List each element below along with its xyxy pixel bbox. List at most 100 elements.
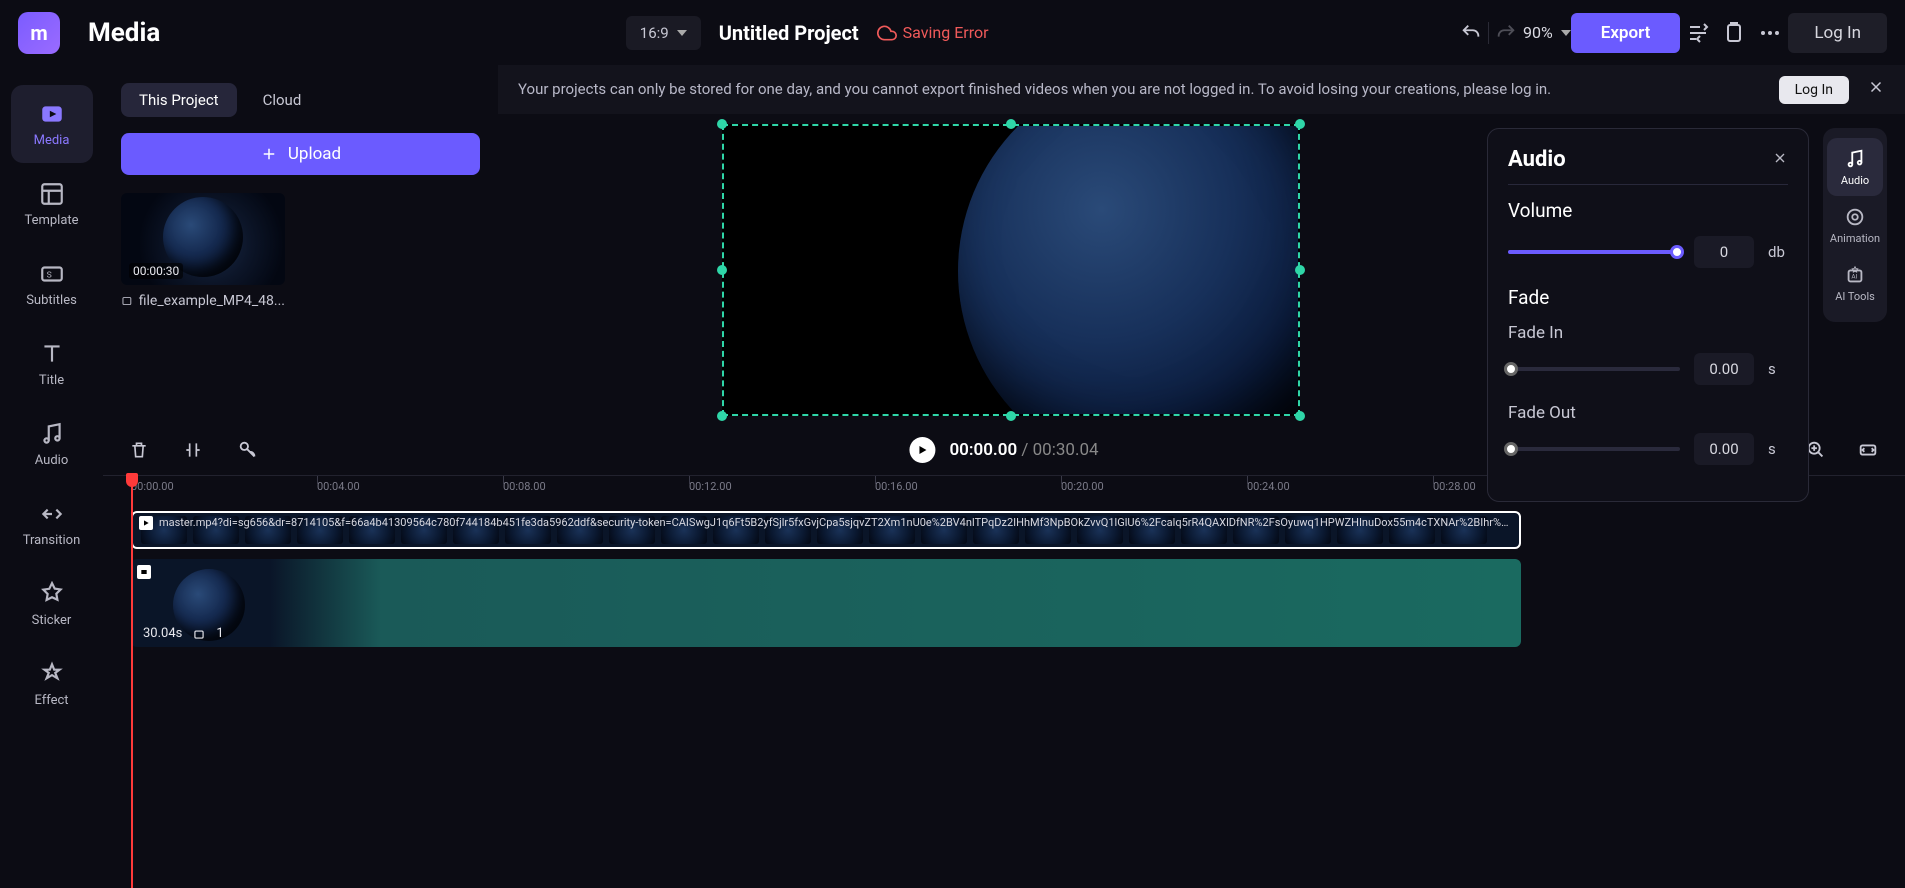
preview-area [498, 114, 1523, 425]
trash-icon [129, 440, 149, 460]
total-time: 00:30.04 [1033, 440, 1099, 460]
volume-section-title: Volume [1508, 199, 1788, 222]
empty-track[interactable] [131, 657, 1877, 697]
media-panel: This Project Cloud Upload 00:00:30 file_… [103, 65, 498, 483]
effect-icon [39, 661, 65, 687]
app-logo[interactable]: m [18, 12, 60, 54]
animation-icon [1844, 206, 1866, 228]
prop-tab-audio[interactable]: Audio [1827, 138, 1883, 196]
prop-tab-ai-tools[interactable]: AI AI Tools [1827, 254, 1883, 312]
undo-button[interactable] [1454, 16, 1488, 50]
media-clip-thumbnail: 00:00:30 [121, 193, 285, 285]
export-button[interactable]: Export [1571, 13, 1681, 53]
ruler-tick: 00:08.00 [503, 480, 546, 493]
music-icon [1844, 148, 1866, 170]
media-clip-name: file_example_MP4_48... [121, 293, 285, 309]
aspect-ratio-value: 16:9 [640, 24, 669, 42]
audio-panel-close[interactable] [1772, 150, 1788, 170]
close-icon [1772, 150, 1788, 166]
media-icon [39, 101, 65, 127]
preview-canvas[interactable] [722, 124, 1300, 416]
split-icon [183, 440, 203, 460]
resize-handle[interactable] [1006, 411, 1016, 421]
current-time: 00:00.00 [949, 440, 1017, 460]
prop-tab-animation[interactable]: Animation [1827, 196, 1883, 254]
banner-login-button[interactable]: Log In [1779, 76, 1849, 104]
sidebar-label: Template [24, 213, 78, 228]
video-clip-selected[interactable]: master.mp4?di=sg656&dr=8714105&f=66a4b41… [131, 511, 1521, 549]
play-button[interactable] [909, 437, 935, 463]
clip-type-icon [139, 516, 153, 530]
volume-slider[interactable] [1508, 250, 1680, 254]
playhead[interactable] [131, 475, 133, 888]
zoom-dropdown[interactable]: 90% [1523, 23, 1571, 42]
media-clip[interactable]: 00:00:30 file_example_MP4_48... [121, 193, 285, 309]
volume-input[interactable] [1694, 236, 1754, 268]
tab-cloud[interactable]: Cloud [245, 83, 320, 117]
fit-icon [1857, 439, 1879, 461]
settings-button[interactable] [1680, 15, 1716, 51]
banner-text: Your projects can only be stored for one… [518, 79, 1759, 99]
sidebar-item-template[interactable]: Template [11, 165, 93, 243]
right-properties-rail: Audio Animation AI AI Tools [1823, 128, 1887, 322]
fade-in-input[interactable] [1694, 353, 1754, 385]
sidebar-label: Audio [35, 453, 68, 468]
sidebar-item-audio[interactable]: Audio [11, 405, 93, 483]
left-sidebar: Media Template S Subtitles Title Audio T… [0, 65, 103, 888]
fit-timeline[interactable] [1851, 433, 1885, 467]
media-tabs: This Project Cloud [121, 83, 480, 117]
clip-count: 1 [216, 626, 223, 641]
sidebar-item-title[interactable]: Title [11, 325, 93, 403]
resize-handle[interactable] [717, 119, 727, 129]
split-button[interactable] [177, 433, 209, 467]
sidebar-item-subtitles[interactable]: S Subtitles [11, 245, 93, 323]
fade-in-label: Fade In [1508, 323, 1788, 343]
login-button[interactable]: Log In [1788, 13, 1887, 53]
fade-in-slider[interactable] [1508, 367, 1680, 371]
aspect-ratio-dropdown[interactable]: 16:9 [626, 16, 701, 50]
clipboard-button[interactable] [1716, 15, 1752, 51]
sliders-icon [1686, 21, 1710, 45]
sticker-icon [39, 581, 65, 607]
audio-panel-title: Audio [1508, 147, 1566, 172]
resize-handle[interactable] [1295, 265, 1305, 275]
template-icon [39, 181, 65, 207]
resize-handle[interactable] [1295, 119, 1305, 129]
project-title[interactable]: Untitled Project [719, 21, 859, 45]
main-video-track-clip[interactable]: 30.04s 1 [131, 559, 1521, 647]
ruler-tick: 00:24.00 [1247, 480, 1290, 493]
chevron-down-icon [677, 30, 687, 36]
fade-out-input[interactable] [1694, 433, 1754, 465]
top-bar: m Media 16:9 Untitled Project Saving Err… [0, 0, 1905, 65]
undo-icon [1460, 22, 1482, 44]
banner-close-button[interactable] [1867, 78, 1885, 101]
sidebar-label: Sticker [32, 613, 72, 628]
redo-icon [1495, 22, 1517, 44]
sidebar-item-media[interactable]: Media [11, 85, 93, 163]
timecode: 00:00.00 / 00:30.04 [949, 440, 1098, 460]
ruler-tick: 00:28.00 [1433, 480, 1476, 493]
close-icon [1867, 78, 1885, 96]
saving-status: Saving Error [877, 23, 989, 43]
sidebar-item-transition[interactable]: Transition [11, 485, 93, 563]
tab-this-project[interactable]: This Project [121, 83, 237, 117]
delete-button[interactable] [123, 433, 155, 467]
resize-handle[interactable] [1006, 119, 1016, 129]
subtitles-icon: S [39, 261, 65, 287]
more-button[interactable] [1752, 15, 1788, 51]
redo-button[interactable] [1489, 16, 1523, 50]
fade-out-slider[interactable] [1508, 447, 1680, 451]
panel-title: Media [88, 18, 160, 48]
zoom-value: 90% [1523, 23, 1553, 42]
timeline: 00:00.00 00:04.00 00:08.00 00:12.00 00:1… [103, 475, 1905, 888]
audio-properties-panel: Audio Volume db Fade Fade In s Fade Out … [1487, 128, 1809, 502]
sidebar-item-sticker[interactable]: Sticker [11, 565, 93, 643]
upload-button[interactable]: Upload [121, 133, 480, 175]
resize-handle[interactable] [1295, 411, 1305, 421]
clip-duration: 30.04s [143, 626, 182, 641]
resize-handle[interactable] [717, 411, 727, 421]
login-warning-banner: Your projects can only be stored for one… [498, 65, 1905, 114]
sidebar-item-effect[interactable]: Effect [11, 645, 93, 723]
crop-button[interactable] [231, 433, 265, 467]
resize-handle[interactable] [717, 265, 727, 275]
